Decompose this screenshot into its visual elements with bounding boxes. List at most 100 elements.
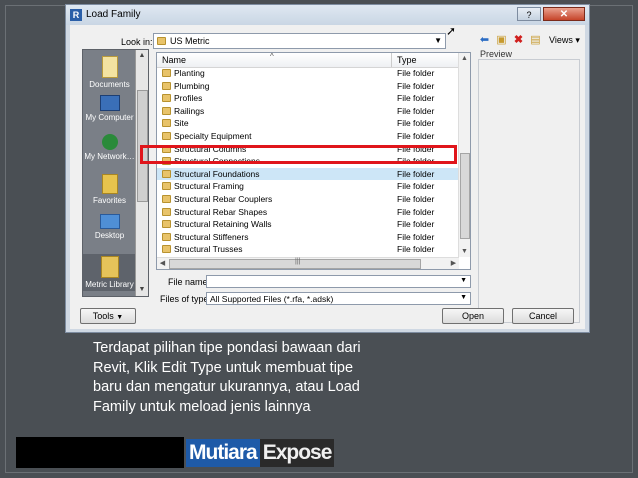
place-my-computer[interactable]: My Computer xyxy=(83,95,136,122)
look-in-dropdown[interactable]: US Metric ▼ xyxy=(153,33,446,49)
row-name: Structural Trusses xyxy=(174,244,243,255)
scroll-right-icon[interactable]: ▶ xyxy=(448,258,459,269)
folder-icon xyxy=(162,119,171,128)
row-name: Plumbing xyxy=(174,80,210,91)
file-list-header: Name ^ Type xyxy=(157,53,460,68)
row-name: Site xyxy=(174,118,189,129)
folder-icon xyxy=(162,94,171,103)
computer-icon xyxy=(99,95,120,111)
row-name: Structural Framing xyxy=(174,181,244,192)
folder-icon xyxy=(162,182,171,191)
new-folder-icon[interactable]: ▤ xyxy=(529,34,542,47)
look-in-label: Look in: xyxy=(121,37,153,47)
table-row[interactable]: Structural Trusses File folder xyxy=(157,243,460,256)
place-label: My Network… xyxy=(84,152,135,161)
file-list-horizontal-scrollbar[interactable]: ◀ ||| ▶ xyxy=(157,257,459,269)
chevron-down-icon: ▼ xyxy=(460,277,467,284)
row-name: Structural Foundations xyxy=(174,168,260,179)
row-type: File folder xyxy=(397,219,435,230)
views-label: Views xyxy=(549,35,573,45)
column-header-name[interactable]: Name xyxy=(162,55,186,65)
place-my-network[interactable]: My Network… xyxy=(83,134,136,161)
cancel-label: Cancel xyxy=(528,311,557,321)
file-name-input[interactable]: ▼ xyxy=(206,275,471,288)
row-type: File folder xyxy=(397,231,435,242)
row-type: File folder xyxy=(397,244,435,255)
scroll-left-icon[interactable]: ◀ xyxy=(157,258,168,269)
places-scrollbar[interactable]: ▲ ▼ xyxy=(135,50,148,296)
favorites-icon xyxy=(101,174,118,194)
scroll-down-icon[interactable]: ▼ xyxy=(459,246,470,257)
folder-icon xyxy=(162,69,171,77)
table-row[interactable]: Structural Stiffeners File folder xyxy=(157,231,460,244)
place-documents[interactable]: Documents xyxy=(83,56,136,89)
column-separator[interactable] xyxy=(391,53,392,67)
row-name: Structural Rebar Couplers xyxy=(174,193,273,204)
folder-icon xyxy=(157,37,166,45)
open-button[interactable]: Open xyxy=(442,308,504,324)
folder-icon xyxy=(162,194,171,203)
tools-button[interactable]: Tools ▼ xyxy=(80,308,136,324)
highlight-box xyxy=(140,145,457,164)
preview-label: Preview xyxy=(480,49,513,59)
folder-icon xyxy=(162,81,171,90)
folder-icon xyxy=(162,220,171,229)
row-name: Specialty Equipment xyxy=(174,130,252,141)
chevron-down-icon: ▼ xyxy=(460,294,467,301)
row-name: Planting xyxy=(174,68,205,78)
table-row[interactable]: Structural Rebar Shapes File folder xyxy=(157,206,460,219)
place-metric-library[interactable]: Metric Library xyxy=(83,254,136,291)
places-bar: Documents My Computer My Network… Favori… xyxy=(82,49,149,297)
table-row[interactable]: Plumbing File folder xyxy=(157,80,460,93)
title-bar[interactable]: R Load Family ? ✕ xyxy=(66,5,589,25)
load-family-dialog: R Load Family ? ✕ Look in: US Metric ▼ ⬅… xyxy=(65,4,590,333)
dialog-title: Load Family xyxy=(86,9,141,20)
file-list-vertical-scrollbar[interactable]: ▲ ▼ xyxy=(458,53,470,257)
row-name: Structural Retaining Walls xyxy=(174,219,272,230)
row-type: File folder xyxy=(397,105,435,116)
row-type: File folder xyxy=(397,80,435,91)
row-type: File folder xyxy=(397,130,435,141)
scroll-up-icon[interactable]: ▲ xyxy=(136,50,148,62)
desktop-icon xyxy=(99,214,120,229)
place-desktop[interactable]: Desktop xyxy=(83,214,136,240)
chevron-down-icon: ▼ xyxy=(116,314,124,321)
table-row[interactable]: Specialty Equipment File folder xyxy=(157,130,460,143)
row-type: File folder xyxy=(397,206,435,217)
close-button[interactable]: ✕ xyxy=(543,7,585,21)
file-name-label: File name: xyxy=(168,277,211,287)
place-label: My Computer xyxy=(85,113,134,122)
views-menu[interactable]: Views ▾ xyxy=(549,35,580,46)
up-folder-icon[interactable]: ▣ xyxy=(495,34,508,47)
row-type: File folder xyxy=(397,68,435,78)
preview-pane xyxy=(478,59,580,323)
scroll-thumb[interactable] xyxy=(460,153,470,239)
brand-part-2: Expose xyxy=(259,439,335,467)
table-row[interactable]: Railings File folder xyxy=(157,105,460,118)
row-name: Profiles xyxy=(174,93,203,104)
files-of-type-dropdown[interactable]: All Supported Files (*.rfa, *.adsk) ▼ xyxy=(206,292,471,305)
place-favorites[interactable]: Favorites xyxy=(83,174,136,205)
scroll-up-icon[interactable]: ▲ xyxy=(459,53,470,64)
column-header-type[interactable]: Type xyxy=(397,55,417,65)
scroll-thumb[interactable]: ||| xyxy=(169,258,421,269)
table-row[interactable]: Structural Rebar Couplers File folder xyxy=(157,193,460,206)
table-row[interactable]: Site File folder xyxy=(157,117,460,130)
delete-icon[interactable]: ✖ xyxy=(512,34,525,47)
cancel-button[interactable]: Cancel xyxy=(512,308,574,324)
scroll-down-icon[interactable]: ▼ xyxy=(136,284,148,296)
table-row[interactable]: Profiles File folder xyxy=(157,92,460,105)
back-arrow-icon[interactable]: ⬅ xyxy=(478,34,491,47)
files-of-type-value: All Supported Files (*.rfa, *.adsk) xyxy=(210,294,334,304)
place-label: Favorites xyxy=(93,196,126,205)
table-row[interactable]: Structural Framing File folder xyxy=(157,180,460,193)
help-button[interactable]: ? xyxy=(517,7,541,21)
row-name: Railings xyxy=(174,105,205,116)
slide-caption: Terdapat pilihan tipe pondasi bawaan dar… xyxy=(93,340,361,415)
table-row[interactable]: Structural Retaining Walls File folder xyxy=(157,218,460,231)
row-type: File folder xyxy=(397,118,435,129)
table-row[interactable]: Planting File folder xyxy=(157,67,460,80)
revit-app-icon: R xyxy=(70,9,82,21)
table-row[interactable]: Structural Foundations File folder xyxy=(157,167,460,181)
chevron-down-icon: ▼ xyxy=(434,36,442,45)
